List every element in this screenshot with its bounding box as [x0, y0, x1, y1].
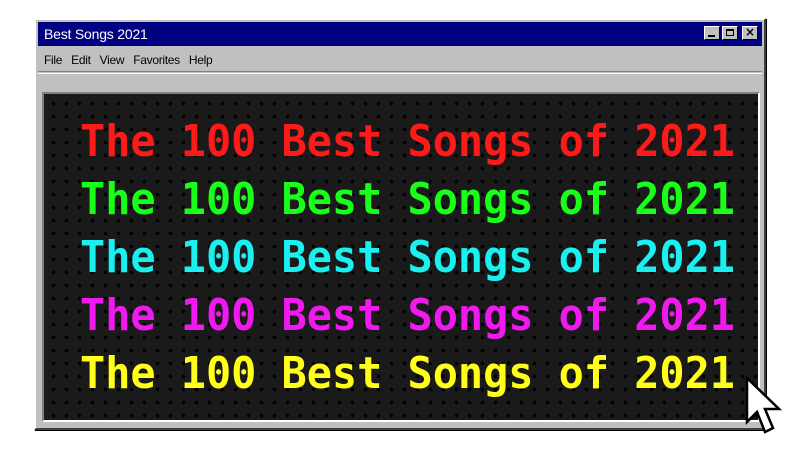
menu-view[interactable]: View [100, 53, 125, 67]
menu-divider [38, 73, 762, 74]
display-line-3: The 100 Best Songs of 2021 [80, 228, 740, 282]
window-title: Best Songs 2021 [44, 26, 148, 42]
display-line-3-text: The 100 Best Songs of 2021 [80, 232, 735, 282]
display-line-2: The 100 Best Songs of 2021 [80, 170, 740, 224]
close-icon: × [744, 25, 756, 39]
minimize-icon [708, 35, 715, 37]
menu-edit[interactable]: Edit [71, 53, 91, 67]
svg-text:The 100 Best Songs of 2021: The 100 Best Songs of 2021 [80, 348, 735, 398]
display-line-4-text: The 100 Best Songs of 2021 [80, 290, 735, 340]
maximize-icon [726, 29, 734, 36]
arrow-pointer-icon [745, 376, 783, 434]
close-button[interactable]: × [742, 25, 758, 40]
app-window: Best Songs 2021 × File Edit View Favorit… [34, 18, 766, 430]
menu-file[interactable]: File [44, 53, 62, 67]
minimize-button[interactable] [704, 26, 720, 40]
display-line-4: The 100 Best Songs of 2021 [80, 286, 740, 340]
svg-text:The 100 Best Songs of 2021: The 100 Best Songs of 2021 [80, 232, 735, 282]
menu-bar: File Edit View Favorites Help [38, 48, 762, 72]
display-line-5: The 100 Best Songs of 2021 [80, 344, 740, 398]
svg-text:The 100 Best Songs of 2021: The 100 Best Songs of 2021 [80, 116, 735, 166]
display-line-1-text: The 100 Best Songs of 2021 [80, 116, 735, 166]
display-line-5-text: The 100 Best Songs of 2021 [80, 348, 735, 398]
display-line-1: The 100 Best Songs of 2021 [80, 112, 740, 166]
svg-text:The 100 Best Songs of 2021: The 100 Best Songs of 2021 [80, 290, 735, 340]
menu-help[interactable]: Help [189, 53, 213, 67]
window-controls: × [704, 25, 758, 40]
menu-favorites[interactable]: Favorites [133, 53, 180, 67]
led-display: The 100 Best Songs of 2021 The 100 Best … [42, 92, 760, 422]
maximize-button[interactable] [722, 26, 738, 40]
svg-text:The 100 Best Songs of 2021: The 100 Best Songs of 2021 [80, 174, 735, 224]
title-bar[interactable]: Best Songs 2021 × [38, 22, 762, 46]
display-line-2-text: The 100 Best Songs of 2021 [80, 174, 735, 224]
